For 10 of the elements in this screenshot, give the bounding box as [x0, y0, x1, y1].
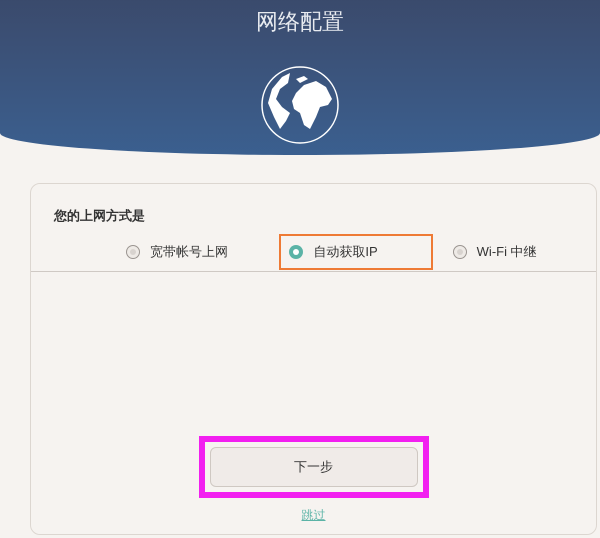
radio-button-icon: [289, 245, 304, 259]
radio-button-icon: [452, 245, 467, 259]
radio-button-icon: [126, 245, 140, 259]
next-button[interactable]: 下一步: [210, 447, 418, 487]
radio-option[interactable]: Wi-Fi 中继: [452, 242, 537, 262]
globe-icon: [260, 65, 340, 145]
question-label: 您的上网方式是: [54, 208, 146, 224]
page-title: 网络配置: [256, 9, 344, 37]
radio-option[interactable]: 宽带帐号上网: [126, 242, 228, 262]
radio-option[interactable]: 自动获取IP: [289, 242, 378, 262]
